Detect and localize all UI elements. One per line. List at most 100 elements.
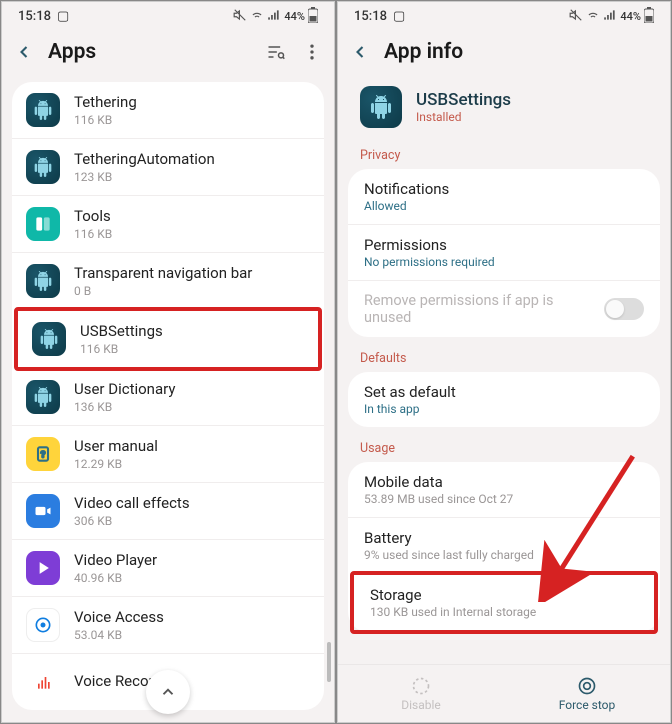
disable-button: Disable [338,665,504,722]
apps-scroll[interactable]: Tethering116 KBTetheringAutomation123 KB… [2,82,334,722]
app-name: User Dictionary [74,380,175,399]
section-usage-label: Usage [338,439,670,462]
app-name: USBSettings [80,322,163,341]
highlighted-setting-row[interactable]: Storage130 KB used in Internal storage [350,571,658,634]
app-icon [26,494,60,528]
setting-row[interactable]: Set as defaultIn this app [348,372,660,427]
app-name: TetheringAutomation [74,150,215,169]
app-status: Installed [416,110,511,124]
setting-sub: In this app [364,402,456,416]
app-icon [26,207,60,241]
appinfo-header: App info [338,30,670,82]
svg-text:?: ? [41,450,46,460]
app-name: Video call effects [74,494,190,513]
section-defaults-label: Defaults [338,349,670,372]
app-size: 136 KB [74,400,175,414]
app-icon: ? [26,437,60,471]
force-stop-label: Force stop [559,698,616,712]
app-icon [26,264,60,298]
app-size: 306 KB [74,514,190,528]
app-name: Video Player [74,551,157,570]
app-icon [26,551,60,585]
app-row[interactable]: TetheringAutomation123 KB [12,138,324,195]
app-row[interactable]: Voice Access53.04 KB [12,596,324,653]
remove-permissions-label: Remove permissions if app is unused [364,292,604,326]
app-size: 116 KB [74,113,137,127]
mute-icon [233,8,247,25]
app-row[interactable]: User Dictionary136 KB [12,369,324,425]
app-name: Tools [74,207,112,226]
force-stop-button[interactable]: Force stop [504,665,670,722]
app-icon [26,380,60,414]
setting-title: Storage [370,586,536,604]
scrollbar[interactable] [327,642,331,682]
page-title: App info [384,40,658,64]
disable-label: Disable [401,698,441,712]
signal-icon [603,8,617,25]
status-bar: 15:18 ▢ 44% [2,2,334,30]
app-name: Tethering [74,93,137,112]
battery-text: 44% [284,10,305,23]
app-name: User manual [74,437,158,456]
picture-icon: ▢ [57,9,69,24]
app-size: 116 KB [74,227,112,241]
highlighted-app-row[interactable]: USBSettings116 KB [14,307,322,371]
status-time: 15:18 [354,9,387,24]
battery-icon [308,7,318,26]
status-time: 15:18 [18,9,51,24]
more-icon[interactable] [302,42,322,62]
app-name: Voice Access [74,608,164,627]
setting-title: Notifications [364,180,449,198]
search-filter-icon[interactable] [266,42,286,62]
app-icon [26,150,60,184]
section-privacy-label: Privacy [338,146,670,169]
setting-title: Set as default [364,383,456,401]
battery-text: 44% [620,10,641,23]
app-icon [32,322,66,356]
setting-sub: Allowed [364,199,449,213]
app-row[interactable]: ? User manual12.29 KB [12,425,324,482]
app-row[interactable]: USBSettings116 KB [18,311,318,367]
app-row[interactable]: Tools116 KB [12,195,324,252]
phone-app-info: 15:18 ▢ 44% App info [337,1,671,723]
app-size: 0 B [74,284,252,298]
app-info-header-row: USBSettings Installed [338,82,670,146]
wifi-icon [250,8,264,25]
picture-icon: ▢ [393,9,405,24]
wifi-icon [586,8,600,25]
app-row[interactable]: Video call effects306 KB [12,482,324,539]
page-title: Apps [48,40,252,64]
setting-row[interactable]: Storage130 KB used in Internal storage [354,575,654,630]
app-icon [26,665,60,699]
setting-sub: 53.89 MB used since Oct 27 [364,492,513,506]
app-row[interactable]: Video Player40.96 KB [12,539,324,596]
app-size: 12.29 KB [74,457,158,471]
back-icon[interactable] [350,42,370,62]
signal-icon [267,8,281,25]
mute-icon [569,8,583,25]
app-icon [26,608,60,642]
app-name: Transparent navigation bar [74,264,252,283]
back-icon[interactable] [14,42,34,62]
remove-permissions-toggle[interactable] [604,298,644,320]
app-icon [360,86,402,128]
app-row[interactable]: Tethering116 KB [12,82,324,138]
setting-row[interactable]: Mobile data53.89 MB used since Oct 27 [348,462,660,517]
phone-apps-list: 15:18 ▢ 44% Apps [1,1,335,723]
app-size: 123 KB [74,170,215,184]
battery-icon [644,7,654,26]
app-row[interactable]: Transparent navigation bar0 B [12,252,324,309]
app-size: 40.96 KB [74,571,157,585]
setting-sub: 130 KB used in Internal storage [370,605,536,619]
setting-title: Permissions [364,236,495,254]
apps-header: Apps [2,30,334,82]
setting-title: Battery [364,529,534,547]
setting-row[interactable]: PermissionsNo permissions required [348,224,660,280]
bottom-bar: Disable Force stop [338,664,670,722]
scroll-to-top-button[interactable] [146,670,190,714]
setting-row[interactable]: Battery9% used since last fully charged [348,517,660,573]
remove-permissions-row[interactable]: Remove permissions if app is unused [348,280,660,337]
setting-title: Mobile data [364,473,513,491]
app-icon [26,93,60,127]
setting-row[interactable]: NotificationsAllowed [348,169,660,224]
